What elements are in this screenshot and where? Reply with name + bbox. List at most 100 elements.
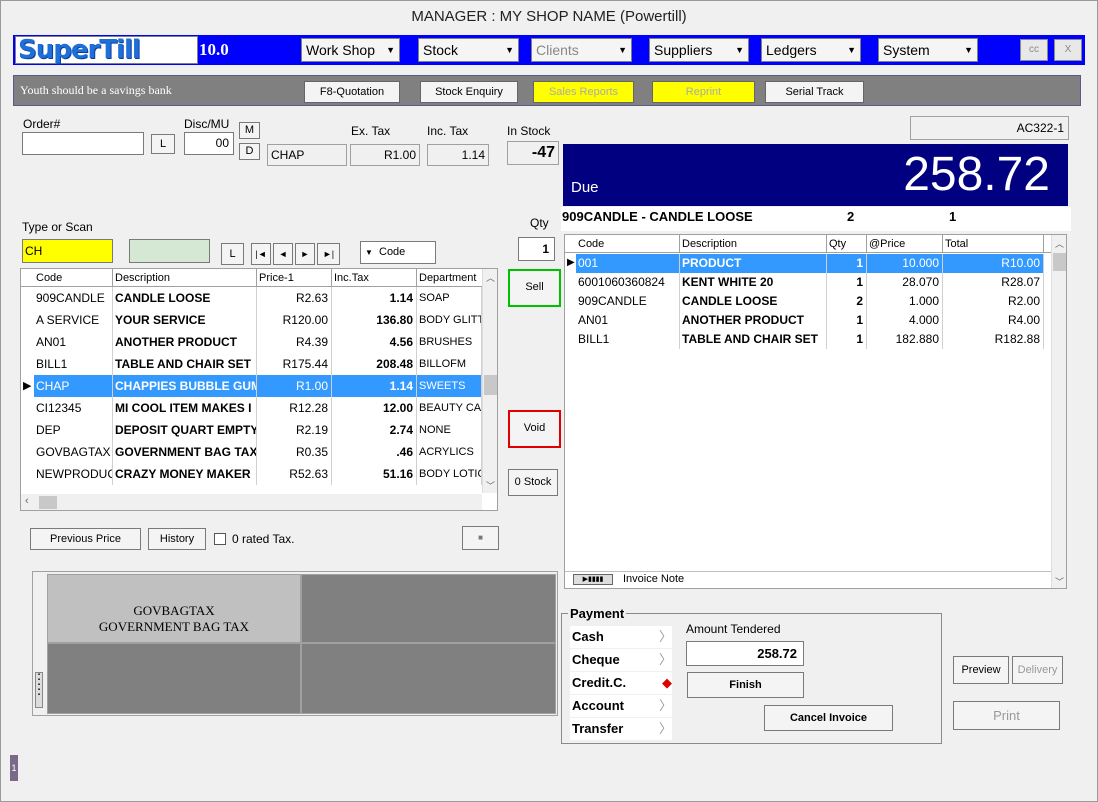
invoice-cell: 001 [576,254,680,273]
stock-table-header: Code Description Price-1 Inc.Tax Departm… [21,269,482,287]
stock-row[interactable]: NEWPRODUCTCRAZY MONEY MAKERR52.6351.16BO… [21,463,482,485]
invoice-cell: 2 [827,292,867,311]
invoice-cell: 4.000 [867,311,943,330]
scan-lookup-button[interactable]: L [221,243,244,265]
scroll-thumb[interactable] [484,375,497,395]
inv-col-total[interactable]: Total [943,235,1044,253]
chevron-right-icon: 〉 [658,721,672,736]
quick-key-empty[interactable] [301,643,556,714]
stock-row[interactable]: CI12345 MI COOL ITEM MAKES I R12.28 12.00 BE… [21,397,482,419]
stock-vscrollbar[interactable]: ︿ ﹀ [482,269,497,493]
scroll-down-icon[interactable]: ﹀ [1052,575,1066,588]
scroll-up-icon[interactable]: ︿ [1052,237,1066,250]
stock-row[interactable]: A SERVICE YOUR SERVICE R120.00 136.80 BODY G… [21,309,482,331]
chevron-down-icon: ▼ [386,45,395,55]
serial-track-button[interactable]: Serial Track [765,81,864,103]
sell-button[interactable]: Sell [508,269,561,307]
hscroll-thumb[interactable] [39,496,57,509]
qty-input[interactable]: 1 [518,237,555,261]
scroll-up-icon[interactable]: ︿ [483,271,497,284]
scroll-left-icon[interactable]: ‹ [25,495,29,507]
reprint-button[interactable]: Reprint [652,81,755,103]
extax-label: Ex. Tax [351,124,391,138]
order-input[interactable] [22,132,144,155]
col-description[interactable]: Description [113,269,257,287]
scan-input[interactable]: CH [22,239,113,263]
invoice-cell: 1 [827,273,867,292]
last-record-button[interactable]: ►| [317,243,340,265]
pay-transfer[interactable]: Transfer 〉 [570,718,672,740]
stock-row[interactable]: ▶ CHAP CHAPPIES BUBBLE GUM R1.00 1.14 SWEETS [21,375,482,397]
invoice-row[interactable]: 909CANDLE CANDLE LOOSE 2 1.000 R2.00 [565,292,1051,311]
cancel-invoice-button[interactable]: Cancel Invoice [764,705,893,731]
col-department[interactable]: Department [417,269,482,287]
zero-rated-checkbox[interactable] [214,533,226,545]
chevron-down-icon: ▼ [365,248,373,257]
quick-key-empty[interactable] [47,643,301,714]
prev-record-button[interactable]: ◄ [273,243,293,265]
discount-button[interactable]: D [239,143,260,160]
col-inctax[interactable]: Inc.Tax [332,269,417,287]
invoice-row[interactable]: 6001060360824 KENT WHITE 20 1 28.070 R28.07 [565,273,1051,292]
close-button[interactable]: X [1054,39,1082,61]
menu-system[interactable]: System ▼ [878,38,978,62]
minimize-panel-button[interactable]: ■ [462,526,499,550]
invoice-row[interactable]: AN01 ANOTHER PRODUCT 1 4.000 R4.00 [565,311,1051,330]
pay-credit-card[interactable]: Credit.C. ◆ [570,672,672,694]
col-price[interactable]: Price-1 [257,269,332,287]
invoice-vscrollbar[interactable]: ︿ ﹀ [1051,235,1066,588]
cc-button[interactable]: cc [1020,39,1048,61]
note-toggle-icon[interactable]: ▶▮▮▮▮ [573,574,613,585]
scroll-down-icon[interactable]: ﹀ [483,479,497,492]
void-button[interactable]: Void [508,410,561,448]
first-record-button[interactable]: |◄ [251,243,271,265]
menu-clients[interactable]: Clients ▼ [531,38,632,62]
pay-cash[interactable]: Cash 〉 [570,626,672,648]
previous-price-button[interactable]: Previous Price [30,528,141,550]
zero-stock-button[interactable]: 0 Stock [508,469,558,496]
stock-cell: 51.16 [332,463,417,485]
invoice-row[interactable]: ▶ 001 PRODUCT 1 10.000 R10.00 [565,254,1051,273]
amount-tendered-input[interactable]: 258.72 [686,641,804,666]
menu-workshop[interactable]: Work Shop ▼ [301,38,400,62]
print-button[interactable]: Print [953,701,1060,730]
sales-reports-button[interactable]: Sales Reports [533,81,634,103]
pay-account[interactable]: Account 〉 [570,695,672,717]
invoice-cell: CANDLE LOOSE [680,292,827,311]
menu-ledgers[interactable]: Ledgers ▼ [761,38,861,62]
pay-cheque[interactable]: Cheque 〉 [570,649,672,671]
stock-row[interactable]: 909CANDLE CANDLE LOOSE R2.63 1.14 SOAP [21,287,482,309]
inv-col-price[interactable]: @Price [867,235,943,253]
qty-label: Qty [530,216,549,230]
quotation-button[interactable]: F8-Quotation [304,81,400,103]
invoice-scroll-thumb[interactable] [1053,253,1066,271]
inv-col-description[interactable]: Description [680,235,827,253]
history-button[interactable]: History [148,528,206,550]
inv-col-code[interactable]: Code [576,235,680,253]
markup-button[interactable]: M [239,122,260,139]
disc-input[interactable]: 00 [184,132,234,155]
inv-col-qty[interactable]: Qty [827,235,867,253]
invoice-row[interactable]: BILL1 TABLE AND CHAIR SET 1 182.880 R182.88 [565,330,1051,349]
col-code[interactable]: Code [34,269,113,287]
quick-key-empty[interactable] [301,574,556,643]
finish-button[interactable]: Finish [687,672,804,698]
stock-hscrollbar[interactable]: ‹ [21,494,482,510]
stock-row[interactable]: DEP DEPOSIT QUART EMPTY R2.19 2.74 NONE [21,419,482,441]
stock-row[interactable]: AN01 ANOTHER PRODUCT R4.39 4.56 BRUSHES [21,331,482,353]
stock-row[interactable]: GOVBAGTAX GOVERNMENT BAG TAX R0.35.46 ACRYL… [21,441,482,463]
quick-key-govbagtax[interactable]: GOVBAGTAX GOVERNMENT BAG TAX [47,574,301,643]
stock-cell: BILLOFM [417,353,482,375]
stock-row[interactable]: BILL1 TABLE AND CHAIR SET R175.44 208.48 BIL… [21,353,482,375]
preview-button[interactable]: Preview [953,656,1009,684]
delivery-button[interactable]: Delivery [1012,656,1063,684]
next-record-button[interactable]: ► [295,243,315,265]
stock-enquiry-button[interactable]: Stock Enquiry [420,81,518,103]
sort-select[interactable]: ▼ Code [360,241,436,264]
row-pointer-icon: ▶ [567,257,575,268]
order-lookup-button[interactable]: L [151,134,175,154]
menu-stock[interactable]: Stock ▼ [418,38,519,62]
invoice-cell: 1.000 [867,292,943,311]
grip-icon[interactable]: ▪ ▪ ▪ ▪ ▪ [35,672,43,708]
menu-suppliers[interactable]: Suppliers ▼ [649,38,749,62]
